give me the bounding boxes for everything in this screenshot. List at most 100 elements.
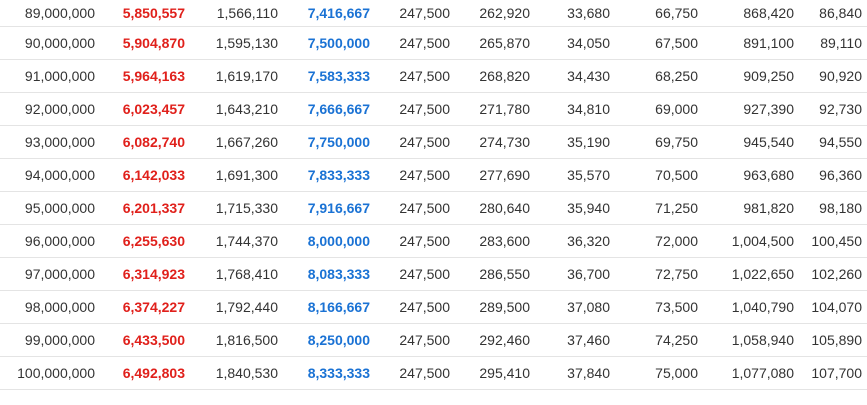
net-salary-cell: 6,374,227 [100,290,190,324]
national-pension-cell: 247,500 [375,158,455,192]
national-pension-cell: 247,500 [375,224,455,258]
income-tax-cell: 927,390 [703,92,799,126]
table-row: 100,000,000 6,492,803 1,840,530 8,333,333 24… [0,356,867,390]
monthly-amount-cell: 7,500,000 [283,26,375,60]
health-insurance-cell: 280,640 [455,191,535,225]
monthly-amount-cell: 8,166,667 [283,290,375,324]
deduction-total-cell: 1,840,530 [190,356,283,390]
annual-salary-cell: 94,000,000 [0,158,100,192]
deduction-total-cell: 1,768,410 [190,257,283,291]
deduction-total-cell: 1,667,260 [190,125,283,159]
long-term-care-cell: 35,940 [535,191,615,225]
table-row: 97,000,000 6,314,923 1,768,410 8,083,333 247… [0,257,867,291]
health-insurance-cell: 265,870 [455,26,535,60]
table-row: 92,000,000 6,023,457 1,643,210 7,666,667 247… [0,92,867,126]
local-income-tax-cell: 90,920 [799,59,867,93]
local-income-tax-cell: 105,890 [799,323,867,357]
monthly-amount-cell: 8,000,000 [283,224,375,258]
table-row: 99,000,000 6,433,500 1,816,500 8,250,000 247… [0,323,867,357]
deduction-total-cell: 1,744,370 [190,224,283,258]
deduction-total-cell: 1,619,170 [190,59,283,93]
long-term-care-cell: 37,460 [535,323,615,357]
salary-table: 89,000,000 5,850,557 1,566,110 7,416,667 247… [0,0,867,390]
table-body: 89,000,000 5,850,557 1,566,110 7,416,667 247… [0,0,867,390]
deduction-total-cell: 1,792,440 [190,290,283,324]
monthly-amount-cell: 7,833,333 [283,158,375,192]
local-income-tax-cell: 98,180 [799,191,867,225]
employment-insurance-cell: 70,500 [615,158,703,192]
net-salary-cell: 6,314,923 [100,257,190,291]
long-term-care-cell: 36,320 [535,224,615,258]
annual-salary-cell: 100,000,000 [0,356,100,390]
local-income-tax-cell: 92,730 [799,92,867,126]
health-insurance-cell: 271,780 [455,92,535,126]
table-row: 91,000,000 5,964,163 1,619,170 7,583,333 247… [0,59,867,93]
national-pension-cell: 247,500 [375,290,455,324]
table-row: 93,000,000 6,082,740 1,667,260 7,750,000 247… [0,125,867,159]
national-pension-cell: 247,500 [375,92,455,126]
national-pension-cell: 247,500 [375,125,455,159]
annual-salary-cell: 91,000,000 [0,59,100,93]
health-insurance-cell: 277,690 [455,158,535,192]
health-insurance-cell: 295,410 [455,356,535,390]
national-pension-cell: 247,500 [375,257,455,291]
income-tax-cell: 891,100 [703,26,799,60]
national-pension-cell: 247,500 [375,356,455,390]
employment-insurance-cell: 66,750 [615,0,703,27]
employment-insurance-cell: 69,750 [615,125,703,159]
net-salary-cell: 5,964,163 [100,59,190,93]
long-term-care-cell: 36,700 [535,257,615,291]
long-term-care-cell: 34,810 [535,92,615,126]
net-salary-cell: 6,492,803 [100,356,190,390]
monthly-amount-cell: 7,916,667 [283,191,375,225]
local-income-tax-cell: 94,550 [799,125,867,159]
monthly-amount-cell: 7,666,667 [283,92,375,126]
long-term-care-cell: 37,080 [535,290,615,324]
net-salary-cell: 6,201,337 [100,191,190,225]
net-salary-cell: 6,023,457 [100,92,190,126]
deduction-total-cell: 1,643,210 [190,92,283,126]
health-insurance-cell: 283,600 [455,224,535,258]
local-income-tax-cell: 89,110 [799,26,867,60]
health-insurance-cell: 286,550 [455,257,535,291]
monthly-amount-cell: 8,250,000 [283,323,375,357]
income-tax-cell: 1,004,500 [703,224,799,258]
long-term-care-cell: 34,050 [535,26,615,60]
long-term-care-cell: 33,680 [535,0,615,27]
income-tax-cell: 963,680 [703,158,799,192]
employment-insurance-cell: 69,000 [615,92,703,126]
local-income-tax-cell: 96,360 [799,158,867,192]
income-tax-cell: 1,022,650 [703,257,799,291]
local-income-tax-cell: 102,260 [799,257,867,291]
income-tax-cell: 981,820 [703,191,799,225]
table-row: 98,000,000 6,374,227 1,792,440 8,166,667 247… [0,290,867,324]
health-insurance-cell: 274,730 [455,125,535,159]
local-income-tax-cell: 107,700 [799,356,867,390]
national-pension-cell: 247,500 [375,26,455,60]
annual-salary-cell: 96,000,000 [0,224,100,258]
net-salary-cell: 6,082,740 [100,125,190,159]
annual-salary-cell: 95,000,000 [0,191,100,225]
annual-salary-cell: 89,000,000 [0,0,100,27]
monthly-amount-cell: 8,083,333 [283,257,375,291]
monthly-amount-cell: 8,333,333 [283,356,375,390]
deduction-total-cell: 1,715,330 [190,191,283,225]
health-insurance-cell: 268,820 [455,59,535,93]
employment-insurance-cell: 72,750 [615,257,703,291]
health-insurance-cell: 292,460 [455,323,535,357]
monthly-amount-cell: 7,416,667 [283,0,375,27]
income-tax-cell: 1,040,790 [703,290,799,324]
employment-insurance-cell: 73,500 [615,290,703,324]
employment-insurance-cell: 74,250 [615,323,703,357]
employment-insurance-cell: 68,250 [615,59,703,93]
national-pension-cell: 247,500 [375,191,455,225]
annual-salary-cell: 98,000,000 [0,290,100,324]
annual-salary-cell: 90,000,000 [0,26,100,60]
long-term-care-cell: 35,570 [535,158,615,192]
income-tax-cell: 1,077,080 [703,356,799,390]
net-salary-cell: 6,142,033 [100,158,190,192]
health-insurance-cell: 262,920 [455,0,535,27]
national-pension-cell: 247,500 [375,0,455,27]
local-income-tax-cell: 104,070 [799,290,867,324]
long-term-care-cell: 35,190 [535,125,615,159]
